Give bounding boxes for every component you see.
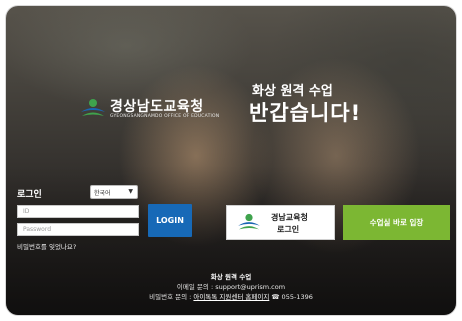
gyeongnam-edu-logo: 경상남도교육청 GYEONGSANGNAMDO OFFICE OF EDUCAT… [80, 94, 250, 124]
enter-class-button[interactable]: 수업실 바로 입장 [343, 205, 450, 240]
logo-subtitle: GYEONGSANGNAMDO OFFICE OF EDUCATION [110, 114, 220, 119]
id-input[interactable]: ID [17, 205, 139, 218]
edu-login-line1: 경남교육청 [271, 213, 308, 222]
hero-banner [6, 6, 456, 315]
chevron-down-icon: ▼ [128, 188, 133, 195]
gyeongnam-edu-logo-icon [81, 99, 105, 116]
language-selected: 한국어 [94, 190, 111, 197]
password-placeholder: Password [23, 226, 52, 233]
login-label: 로그인 [17, 190, 42, 200]
footer-password-contact: 비밀번호 문의 : 아이톡톡 지원센터 홈페이지 ☎ 055-1396 [0, 292, 462, 302]
support-center-link[interactable]: 아이톡톡 지원센터 홈페이지 [193, 293, 269, 301]
id-placeholder: ID [23, 208, 30, 215]
language-select[interactable]: 한국어 ▼ [90, 185, 138, 199]
login-button[interactable]: LOGIN [148, 204, 192, 237]
forgot-password-link[interactable]: 비밀번호를 잊었나요? [17, 241, 76, 251]
edu-office-login-button[interactable]: 경남교육청 로그인 [226, 205, 335, 240]
footer-service-name: 화상 원격 수업 [210, 273, 252, 281]
hero-title: 반갑습니다! [249, 101, 362, 125]
footer-password-prefix: 비밀번호 문의 : [149, 293, 192, 301]
footer: 화상 원격 수업 이메일 문의 : support@uprism.com 비밀번… [0, 272, 462, 302]
logo-name: 경상남도교육청 [110, 99, 204, 115]
footer-email: 이메일 문의 : support@uprism.com [176, 283, 286, 291]
footer-phone: ☎ 055-1396 [271, 293, 313, 301]
password-input[interactable]: Password [17, 223, 139, 236]
edu-login-line2: 로그인 [277, 225, 300, 234]
gyeongnam-edu-logo-icon [238, 213, 260, 230]
